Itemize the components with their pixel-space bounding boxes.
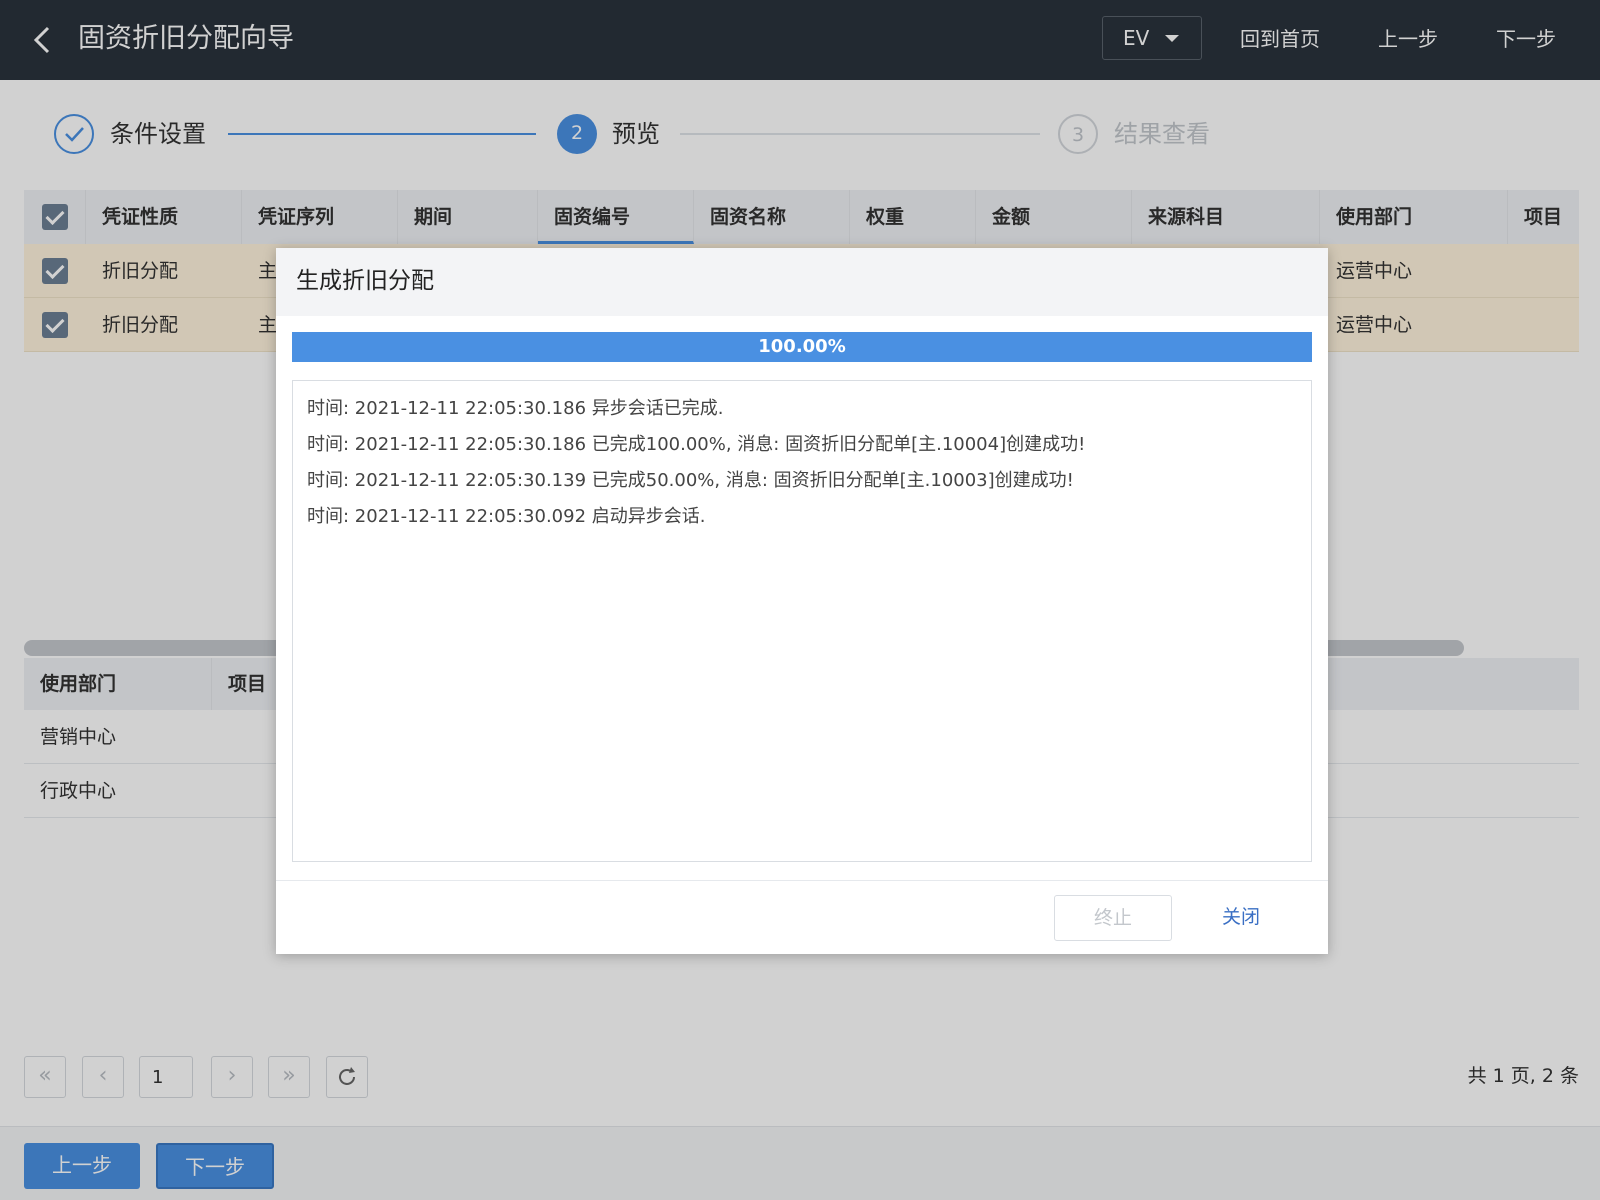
close-button[interactable]: 关闭 (1182, 895, 1300, 941)
log-line: 时间: 2021-12-11 22:05:30.139 已完成50.00%, 消… (307, 470, 1074, 491)
stop-button[interactable]: 终止 (1054, 895, 1172, 941)
generate-dialog: 生成折旧分配 100.00% 时间: 2021-12-11 22:05:30.1… (276, 248, 1328, 954)
log-line: 时间: 2021-12-11 22:05:30.092 启动异步会话. (307, 506, 706, 527)
dialog-header: 生成折旧分配 (276, 248, 1328, 316)
dialog-title: 生成折旧分配 (296, 268, 434, 294)
log-line: 时间: 2021-12-11 22:05:30.186 异步会话已完成. (307, 398, 724, 419)
dialog-footer: 终止 关闭 (276, 880, 1328, 954)
log-panel[interactable]: 时间: 2021-12-11 22:05:30.186 异步会话已完成. 时间:… (292, 380, 1312, 862)
progress-text: 100.00% (758, 336, 846, 357)
log-line: 时间: 2021-12-11 22:05:30.186 已完成100.00%, … (307, 434, 1086, 455)
progress-bar: 100.00% (292, 332, 1312, 362)
